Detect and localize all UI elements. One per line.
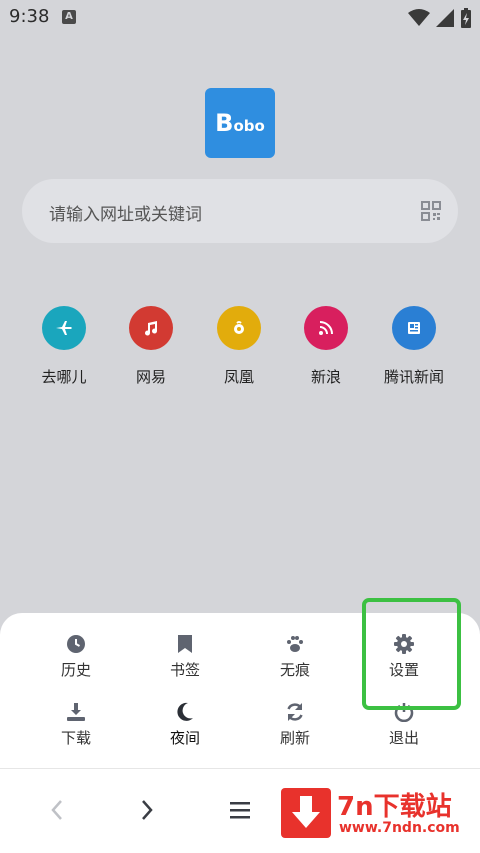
shortcut-tencent-news[interactable]: 腾讯新闻 [370,306,458,387]
notification-icon: A [62,10,76,24]
menu-refresh[interactable]: 刷新 [240,701,350,748]
signal-icon [436,9,454,27]
chevron-right-icon [142,800,153,820]
shortcut-label: 腾讯新闻 [383,368,444,386]
paw-icon [240,633,350,655]
menu-label: 历史 [60,661,91,679]
menu-label: 刷新 [279,729,310,747]
shortcut-netease[interactable]: 网易 [107,306,195,387]
shortcut-sina[interactable]: 新浪 [282,306,370,387]
browser-home-screen: 9:38 A Bobo 请输入网址或关键词 去哪儿 网易 凤凰 新浪 腾讯新闻 … [0,0,480,853]
menu-label: 下载 [60,729,91,747]
shortcut-label: 凤凰 [223,368,254,386]
watermark-url: www.7ndn.com [339,820,460,836]
bottom-divider [0,768,480,769]
menu-download[interactable]: 下载 [21,701,131,748]
menu-label: 无痕 [279,661,310,679]
phoenix-icon [217,306,261,350]
menu-button[interactable] [228,795,252,825]
moon-icon [130,701,240,723]
app-logo: Bobo [205,88,275,158]
chevron-left-icon [51,800,62,820]
newspaper-icon [392,306,436,350]
hamburger-icon [230,802,250,819]
search-bar[interactable]: 请输入网址或关键词 [22,179,458,243]
clock-icon [21,633,131,655]
menu-history[interactable]: 历史 [21,633,131,680]
menu-label: 退出 [388,729,419,747]
shortcut-ifeng[interactable]: 凤凰 [195,306,283,387]
download-arrow-icon [281,788,331,838]
refresh-icon [240,701,350,723]
search-input[interactable]: 请输入网址或关键词 [49,200,202,225]
watermark-title: 7n下载站 [337,792,452,822]
settings-highlight-box [362,598,461,710]
wifi-icon [408,9,430,26]
shortcut-label: 网易 [135,368,166,386]
watermark: 7n下载站 www.7ndn.com [281,786,476,842]
status-icons [408,8,472,28]
qr-scan-icon[interactable] [421,201,441,221]
music-note-icon [129,306,173,350]
menu-incognito[interactable]: 无痕 [240,633,350,680]
logo-letter: B [215,109,234,137]
logo-text: obo [233,117,265,135]
forward-button[interactable] [135,795,159,825]
shortcut-qunar[interactable]: 去哪儿 [20,306,108,387]
bookmark-icon [130,633,240,655]
rss-icon [304,306,348,350]
shortcut-label: 新浪 [310,368,341,386]
battery-icon [461,8,471,28]
download-icon [21,701,131,723]
status-time: 9:38 [9,6,50,27]
menu-bookmarks[interactable]: 书签 [130,633,240,680]
menu-label: 书签 [169,661,200,679]
back-button[interactable] [45,795,69,825]
shortcut-label: 去哪儿 [41,368,87,386]
status-bar: 9:38 A [0,0,480,34]
menu-label: 夜间 [169,729,200,747]
plane-icon [42,306,86,350]
menu-night-mode[interactable]: 夜间 [130,701,240,748]
